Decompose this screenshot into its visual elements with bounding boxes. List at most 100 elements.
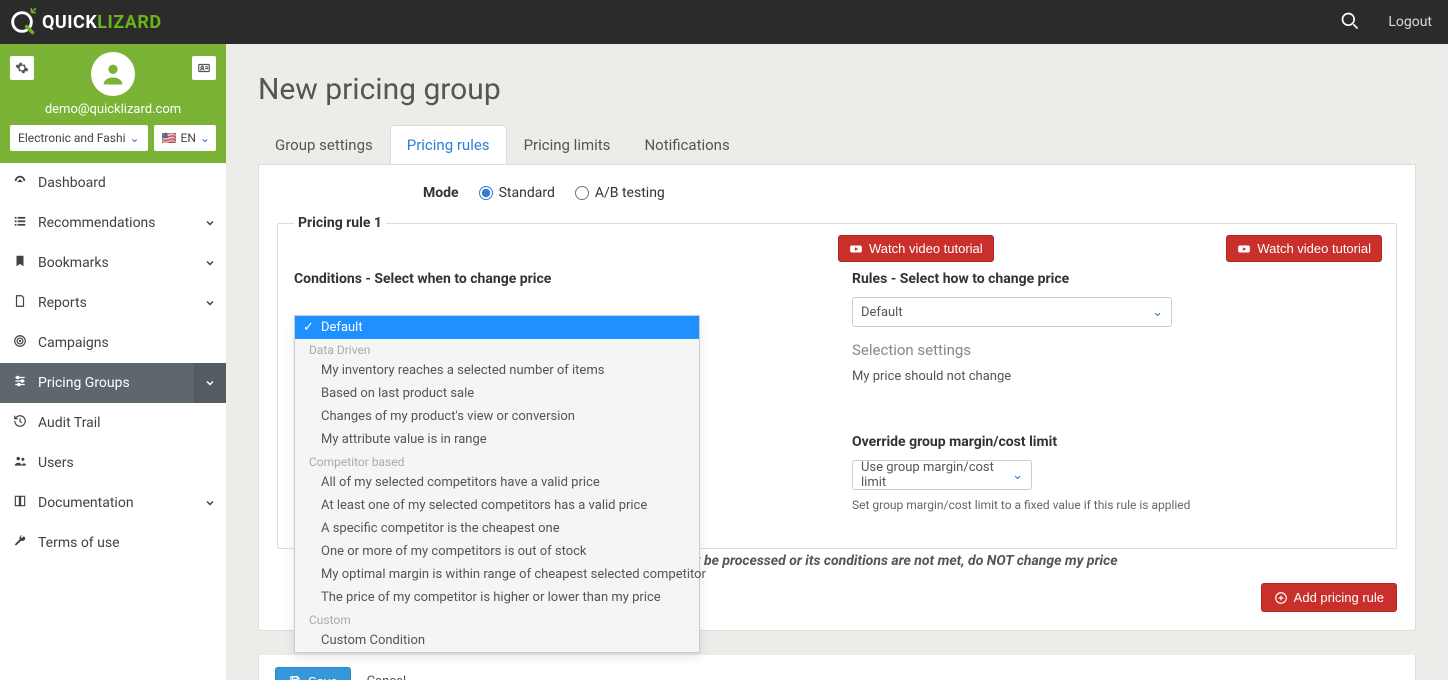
user-email: demo@quicklizard.com	[0, 102, 226, 117]
sidebar-item-label: Recommendations	[38, 215, 184, 231]
override-help-text: Set group margin/cost limit to a fixed v…	[852, 498, 1380, 512]
logout-link[interactable]: Logout	[1388, 14, 1432, 30]
store-selector[interactable]: Electronic and Fashi ⌄	[10, 125, 148, 151]
tab-pricing-rules[interactable]: Pricing rules	[390, 125, 507, 164]
gauge-icon	[12, 174, 28, 192]
search-icon	[1340, 11, 1360, 31]
watch-video-conditions-button[interactable]: Watch video tutorial	[838, 235, 994, 262]
chevron-down-icon: ⌄	[200, 131, 210, 145]
pricing-rule-legend: Pricing rule 1	[294, 215, 386, 231]
chevron-down-icon[interactable]	[194, 283, 226, 323]
list-icon	[12, 214, 28, 232]
sidebar-item-campaigns[interactable]: Campaigns	[0, 323, 226, 363]
mode-label: Mode	[423, 185, 459, 201]
mode-ab-input[interactable]	[575, 186, 589, 200]
gear-icon	[15, 61, 29, 75]
override-select-value: Use group margin/cost limit	[861, 460, 1012, 490]
dropdown-item[interactable]: My optimal margin is within range of che…	[295, 563, 699, 586]
sidebar-item-users[interactable]: Users	[0, 443, 226, 483]
pricing-rule-fieldset: Pricing rule 1 Watch video tutorial Watc…	[277, 215, 1397, 549]
rules-select[interactable]: Default ⌄	[852, 297, 1172, 327]
rules-column: Rules - Select how to change price Defau…	[852, 245, 1380, 512]
tab-group-settings[interactable]: Group settings	[258, 125, 390, 164]
sidebar-item-bookmarks[interactable]: Bookmarks	[0, 243, 226, 283]
mode-standard-radio[interactable]: Standard	[479, 185, 555, 201]
override-heading: Override group margin/cost limit	[852, 434, 1380, 450]
language-selector[interactable]: 🇺🇸 EN ⌄	[154, 125, 216, 151]
history-icon	[12, 414, 28, 432]
sidebar-item-reports[interactable]: Reports	[0, 283, 226, 323]
cancel-link[interactable]: Cancel	[367, 674, 407, 680]
add-pricing-rule-button[interactable]: Add pricing rule	[1261, 583, 1397, 612]
sidebar-nav: Dashboard Recommendations Bookmarks Reports…	[0, 163, 226, 563]
dropdown-item[interactable]: Based on last product sale	[295, 382, 699, 405]
dropdown-group-data-driven: Data Driven	[295, 339, 699, 359]
dropdown-item[interactable]: All of my selected competitors have a va…	[295, 471, 699, 494]
dropdown-item[interactable]: One or more of my competitors is out of …	[295, 540, 699, 563]
sidebar-item-label: Documentation	[38, 495, 184, 511]
sidebar-item-label: Bookmarks	[38, 255, 184, 271]
dropdown-item[interactable]: My attribute value is in range	[295, 428, 699, 451]
chevron-down-icon[interactable]	[194, 483, 226, 523]
chevron-down-icon[interactable]	[194, 363, 226, 403]
topbar: QUICKLIZARD Logout	[0, 0, 1448, 44]
mode-standard-input[interactable]	[479, 186, 493, 200]
dropdown-group-custom: Custom	[295, 609, 699, 629]
dropdown-group-competitor-based: Competitor based	[295, 451, 699, 471]
sidebar-item-dashboard[interactable]: Dashboard	[0, 163, 226, 203]
plus-circle-icon	[1274, 591, 1288, 605]
id-card-icon	[197, 61, 211, 75]
watch-video-rules-button[interactable]: Watch video tutorial	[1226, 235, 1382, 262]
save-button[interactable]: Save	[275, 667, 351, 680]
sidebar-item-label: Dashboard	[38, 175, 214, 191]
dropdown-item[interactable]: The price of my competitor is higher or …	[295, 586, 699, 609]
sidebar-item-terms-of-use[interactable]: Terms of use	[0, 523, 226, 563]
file-icon	[12, 294, 28, 312]
wrench-icon	[12, 534, 28, 552]
settings-chip[interactable]	[10, 56, 34, 80]
override-select[interactable]: Use group margin/cost limit ⌄	[852, 460, 1032, 490]
conditions-dropdown[interactable]: DefaultData DrivenMy inventory reaches a…	[294, 315, 700, 653]
user-icon	[99, 60, 127, 88]
search-button[interactable]	[1340, 11, 1360, 34]
dropdown-item[interactable]: My inventory reaches a selected number o…	[295, 359, 699, 382]
dropdown-item[interactable]: Changes of my product's view or conversi…	[295, 405, 699, 428]
sidebar-item-recommendations[interactable]: Recommendations	[0, 203, 226, 243]
save-icon	[288, 675, 302, 680]
sidebar-item-label: Audit Trail	[38, 415, 214, 431]
mode-standard-label: Standard	[499, 185, 555, 201]
rules-heading: Rules - Select how to change price	[852, 271, 1380, 287]
conditions-column: Conditions - Select when to change price…	[294, 245, 822, 512]
dropdown-item[interactable]: Custom Condition	[295, 629, 699, 652]
tab-pricing-limits[interactable]: Pricing limits	[507, 125, 628, 164]
id-card-chip[interactable]	[192, 56, 216, 80]
brand: QUICKLIZARD	[8, 8, 162, 36]
sidebar-header: demo@quicklizard.com Electronic and Fash…	[0, 44, 226, 163]
dropdown-item[interactable]: A specific competitor is the cheapest on…	[295, 517, 699, 540]
sidebar-item-pricing-groups[interactable]: Pricing Groups	[0, 363, 226, 403]
tab-notifications[interactable]: Notifications	[627, 125, 746, 164]
dropdown-item-default[interactable]: Default	[295, 316, 699, 339]
sidebar-item-label: Reports	[38, 295, 184, 311]
sidebar-item-label: Pricing Groups	[38, 375, 184, 391]
avatar	[91, 52, 135, 96]
language-label: EN	[181, 131, 196, 145]
sidebar-item-documentation[interactable]: Documentation	[0, 483, 226, 523]
chevron-down-icon[interactable]	[194, 243, 226, 283]
sidebar-item-label: Campaigns	[38, 335, 214, 351]
pricing-rules-panel: Mode Standard A/B testing Pricing rule 1…	[258, 164, 1416, 631]
store-selector-label: Electronic and Fashi	[18, 131, 125, 145]
sidebar-item-label: Users	[38, 455, 214, 471]
add-pricing-rule-label: Add pricing rule	[1294, 590, 1384, 605]
dropdown-item[interactable]: At least one of my selected competitors …	[295, 494, 699, 517]
watch-video-label: Watch video tutorial	[1257, 241, 1371, 256]
sidebar-item-audit-trail[interactable]: Audit Trail	[0, 403, 226, 443]
save-button-label: Save	[308, 674, 338, 680]
chevron-down-icon[interactable]	[194, 203, 226, 243]
sidebar-item-label: Terms of use	[38, 535, 214, 551]
users-icon	[12, 454, 28, 472]
mode-ab-radio[interactable]: A/B testing	[575, 185, 665, 201]
selection-settings-note: My price should not change	[852, 369, 1380, 384]
flag-icon: 🇺🇸	[162, 131, 177, 145]
brand-text: QUICKLIZARD	[42, 12, 162, 33]
